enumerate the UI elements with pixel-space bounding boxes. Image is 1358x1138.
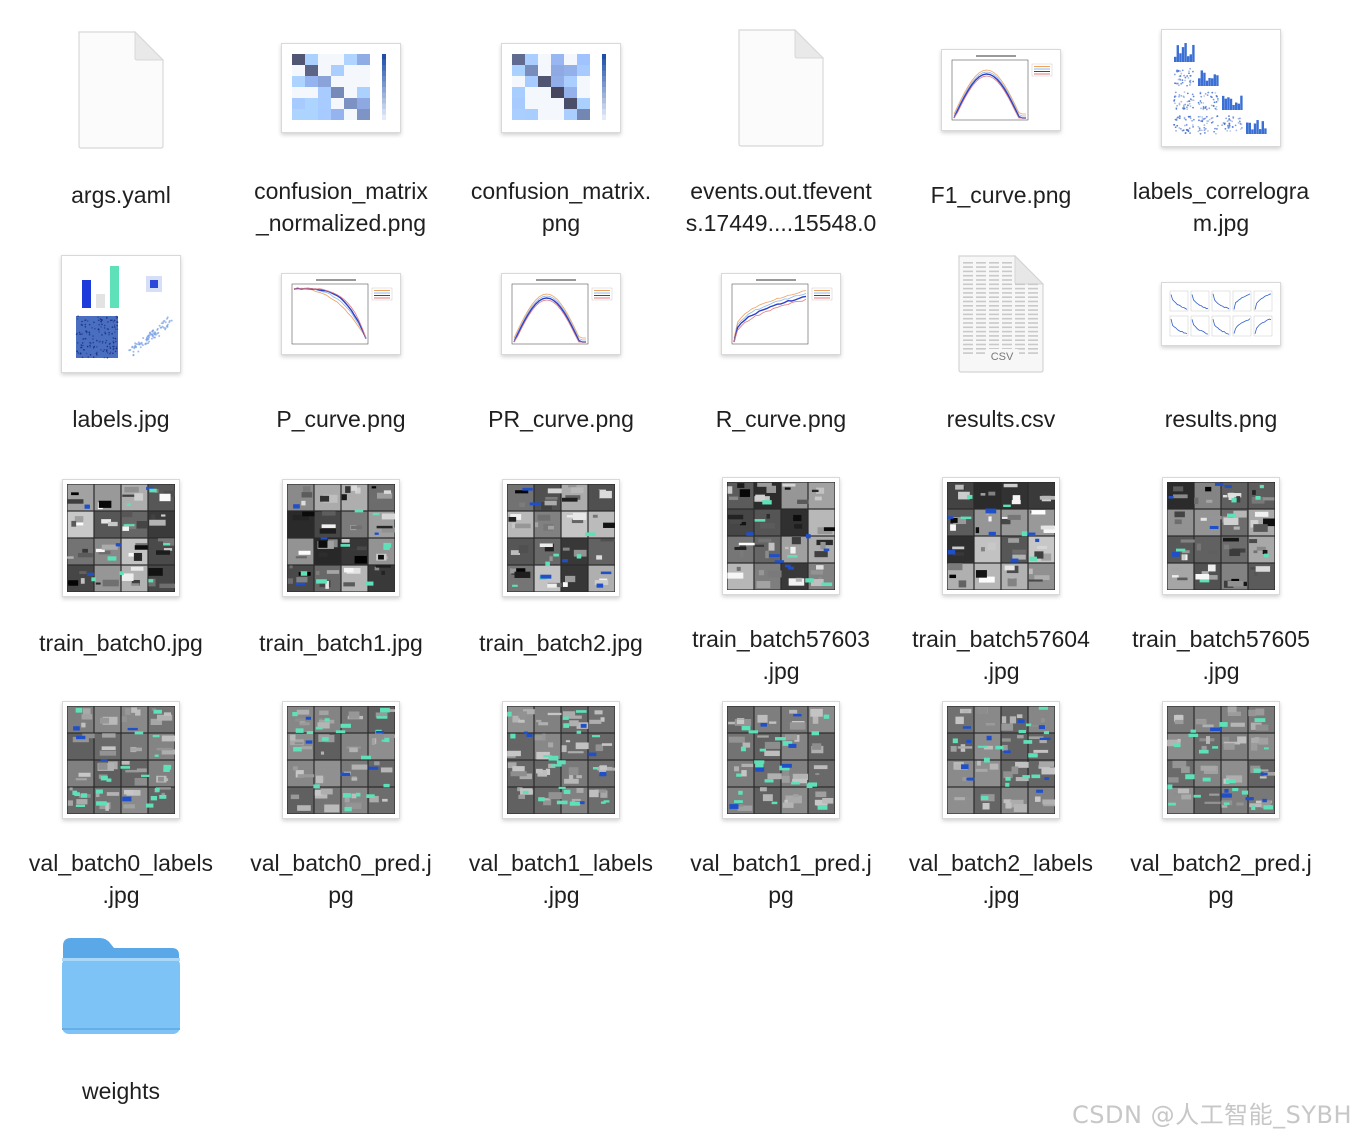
curve-plot-thumbnail [891,15,1111,165]
file-name-label: val_batch1_labels .jpg [468,850,654,908]
document-icon [11,15,231,165]
correlogram-thumbnail [1111,15,1331,161]
file-item[interactable]: train_batch2.jpg [451,463,671,687]
curve-plot-thumbnail [671,239,891,389]
file-name-label: results.csv [946,406,1056,432]
file-item[interactable]: val_batch0_pred.j pg [231,687,451,911]
image-batch-thumbnail [231,687,451,833]
file-item[interactable]: args.yaml [11,15,231,239]
file-item[interactable]: R_curve.png [671,239,891,463]
file-item[interactable]: F1_curve.png [891,15,1111,239]
file-item[interactable]: val_batch0_labels .jpg [11,687,231,911]
file-item[interactable]: val_batch2_labels .jpg [891,687,1111,911]
csv-file-icon: CSV [891,239,1111,389]
file-name-label: confusion_matrix _normalized.png [254,178,428,236]
confusion-matrix-thumbnail [231,15,451,161]
file-item[interactable]: confusion_matrix. png [451,15,671,239]
file-name-label: labels.jpg [72,406,170,432]
curve-plot-thumbnail [231,239,451,389]
file-item[interactable]: PR_curve.png [451,239,671,463]
file-name-label: val_batch0_labels .jpg [28,850,214,908]
results-plot-thumbnail [1111,239,1331,389]
file-name-label: results.png [1164,406,1278,432]
file-name-label: P_curve.png [276,406,406,432]
file-name-label: weights [82,1078,160,1104]
file-item[interactable]: val_batch1_pred.j pg [671,687,891,911]
file-name-label: train_batch1.jpg [259,630,423,656]
image-batch-thumbnail [11,687,231,833]
file-item[interactable]: train_batch57605 .jpg [1111,463,1331,687]
file-name-label: val_batch1_pred.j pg [690,850,872,908]
confusion-matrix-thumbnail [451,15,671,161]
file-name-label: events.out.tfevent s.17449....15548.0 [685,178,877,236]
image-batch-thumbnail [451,463,671,613]
file-name-label: train_batch57603 .jpg [692,626,870,684]
file-item[interactable]: events.out.tfevent s.17449....15548.0 [671,15,891,239]
watermark: CSDN @人工智能_SYBH [1072,1101,1352,1129]
document-icon [671,15,891,161]
file-item[interactable]: labels_correlogra m.jpg [1111,15,1331,239]
file-grid: args.yaml confusion_matrix _normalized.pn… [0,0,1358,1138]
file-name-label: train_batch2.jpg [479,630,643,656]
file-name-label: F1_curve.png [930,182,1072,208]
curve-plot-thumbnail [451,239,671,389]
folder-icon [11,911,231,1061]
image-batch-thumbnail [671,463,891,609]
file-item[interactable]: train_batch1.jpg [231,463,451,687]
file-name-label: PR_curve.png [488,406,634,432]
file-item[interactable]: labels.jpg [11,239,231,463]
file-name-label: R_curve.png [715,406,847,432]
file-name-label: val_batch2_labels .jpg [908,850,1094,908]
image-batch-thumbnail [1111,687,1331,833]
image-batch-thumbnail [451,687,671,833]
file-name-label: train_batch57605 .jpg [1132,626,1310,684]
folder-item[interactable]: weights [11,911,231,1135]
file-name-label: val_batch0_pred.j pg [250,850,432,908]
image-batch-thumbnail [11,463,231,613]
file-name-label: labels_correlogra m.jpg [1132,178,1310,236]
image-batch-thumbnail [1111,463,1331,609]
file-item[interactable]: CSV results.csv [891,239,1111,463]
file-item[interactable]: val_batch2_pred.j pg [1111,687,1331,911]
file-name-label: train_batch57604 .jpg [912,626,1090,684]
file-item[interactable]: P_curve.png [231,239,451,463]
file-item[interactable]: train_batch57603 .jpg [671,463,891,687]
labels-plot-thumbnail [11,239,231,389]
file-name-label: val_batch2_pred.j pg [1130,850,1312,908]
file-item[interactable]: results.png [1111,239,1331,463]
file-name-label: args.yaml [71,182,171,208]
image-batch-thumbnail [891,687,1111,833]
file-item[interactable]: confusion_matrix _normalized.png [231,15,451,239]
file-name-label: train_batch0.jpg [39,630,203,656]
svg-text:CSV: CSV [991,351,1014,363]
file-item[interactable]: train_batch57604 .jpg [891,463,1111,687]
file-item[interactable]: train_batch0.jpg [11,463,231,687]
image-batch-thumbnail [671,687,891,833]
image-batch-thumbnail [891,463,1111,609]
file-name-label: confusion_matrix. png [470,178,652,236]
file-item[interactable]: val_batch1_labels .jpg [451,687,671,911]
image-batch-thumbnail [231,463,451,613]
